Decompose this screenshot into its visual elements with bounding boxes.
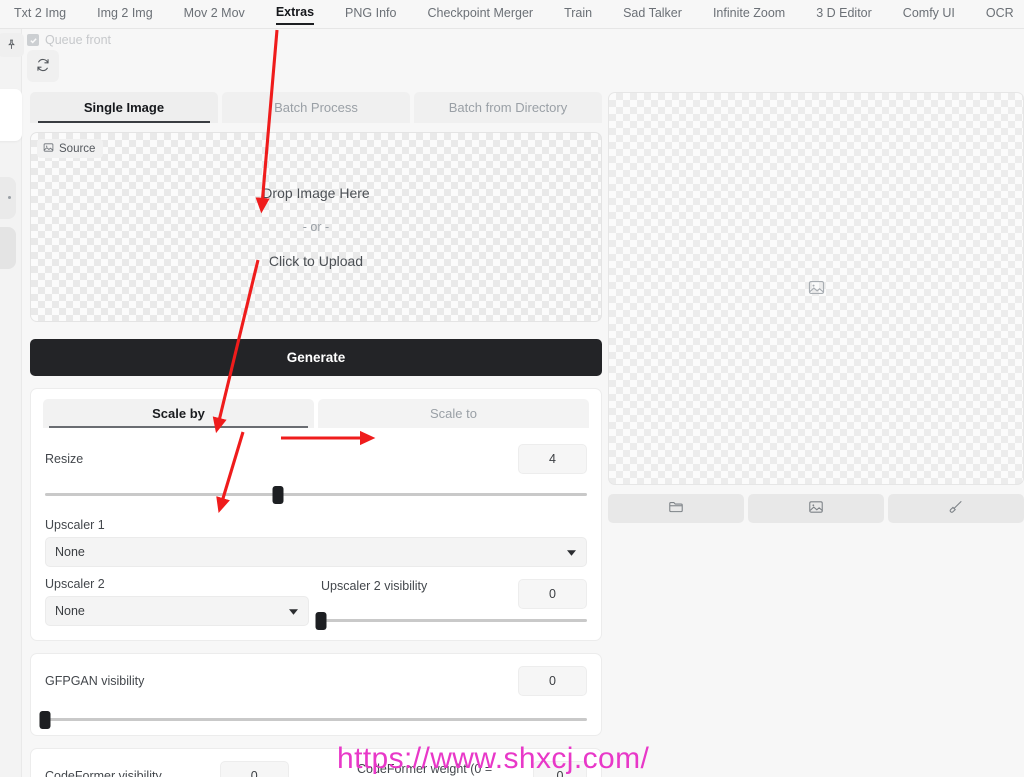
rail-button-2[interactable] bbox=[0, 227, 16, 269]
gfpgan-slider[interactable] bbox=[39, 710, 587, 729]
refresh-button[interactable] bbox=[27, 50, 59, 82]
upscaler1-value: None bbox=[55, 545, 85, 559]
or-text: - or - bbox=[302, 220, 330, 234]
codeformer-weight-label: CodeFormer weight (0 = maximum bbox=[357, 762, 493, 777]
resize-header: Resize 4 bbox=[45, 444, 587, 474]
mode-tab-batch-from-directory[interactable]: Batch from Directory bbox=[414, 92, 602, 123]
upscaler2-visibility-track[interactable] bbox=[315, 611, 587, 630]
chevron-down-icon bbox=[289, 604, 298, 618]
main-tab-comfy-ui[interactable]: Comfy UI bbox=[903, 4, 955, 24]
output-image-panel bbox=[608, 92, 1024, 485]
output-action-buttons bbox=[608, 494, 1024, 523]
queue-front-row[interactable]: Queue front bbox=[27, 33, 111, 47]
upscaler2-visibility-slider[interactable] bbox=[315, 611, 587, 630]
upscaler2-visibility-input[interactable]: 0 bbox=[518, 579, 587, 609]
upscaler2-label: Upscaler 2 bbox=[45, 577, 105, 591]
right-column bbox=[608, 92, 1024, 523]
gfpgan-slider-track[interactable] bbox=[39, 710, 587, 729]
codeformer-visibility-label: CodeFormer visibility bbox=[45, 769, 162, 777]
image-icon bbox=[808, 499, 824, 518]
codeformer-card: CodeFormer visibility 0 CodeFormer weigh… bbox=[30, 748, 602, 777]
main-tab-3-d-editor[interactable]: 3 D Editor bbox=[816, 4, 872, 24]
codeformer-visibility-input[interactable]: 0 bbox=[219, 761, 289, 777]
upscaler2-visibility-group: Upscaler 2 visibility 0 bbox=[315, 577, 587, 630]
queue-front-label: Queue front bbox=[45, 33, 112, 47]
main-tab-infinite-zoom[interactable]: Infinite Zoom bbox=[713, 4, 785, 24]
generate-button-label: Generate bbox=[286, 350, 346, 365]
resize-label: Resize bbox=[45, 452, 84, 466]
left-rail bbox=[0, 29, 24, 777]
click-to-upload-text: Click to Upload bbox=[268, 253, 364, 269]
upscaler2-select[interactable]: None bbox=[45, 596, 309, 626]
main-tab-checkpoint-merger[interactable]: Checkpoint Merger bbox=[427, 4, 533, 24]
brush-icon bbox=[948, 499, 964, 518]
mode-tab-batch-process[interactable]: Batch Process bbox=[222, 92, 410, 123]
codeformer-row: CodeFormer visibility 0 CodeFormer weigh… bbox=[45, 761, 587, 777]
main-tab-mov-2-mov[interactable]: Mov 2 Mov bbox=[184, 4, 245, 24]
main-tab-extras[interactable]: Extras bbox=[275, 3, 315, 25]
gfpgan-card: GFPGAN visibility 0 bbox=[30, 653, 602, 736]
source-image-panel: Source Drop Image Here - or - Click to U… bbox=[30, 132, 602, 322]
main-tab-png-info[interactable]: PNG Info bbox=[345, 4, 396, 24]
gfpgan-label: GFPGAN visibility bbox=[45, 674, 145, 688]
open-folder-button[interactable] bbox=[608, 494, 744, 523]
gfpgan-header: GFPGAN visibility 0 bbox=[45, 666, 587, 696]
rail-button-1[interactable] bbox=[0, 177, 16, 219]
pin-icon bbox=[6, 38, 17, 53]
main-tab-ocr[interactable]: OCR bbox=[986, 4, 1014, 24]
rail-card bbox=[0, 89, 22, 141]
upscaler1-label: Upscaler 1 bbox=[45, 518, 105, 532]
upscaler2-row: Upscaler 2 None Upscaler 2 visibility 0 bbox=[45, 577, 587, 630]
codeformer-visibility-group: CodeFormer visibility 0 bbox=[45, 761, 345, 777]
send-to-paint-button[interactable] bbox=[888, 494, 1024, 523]
upscaler2-left: Upscaler 2 None bbox=[45, 577, 309, 626]
resize-slider-track[interactable] bbox=[45, 485, 587, 504]
main-tab-bar: Txt 2 Img Img 2 Img Mov 2 Mov Extras PNG Inf… bbox=[0, 0, 1024, 29]
refresh-icon bbox=[35, 57, 51, 76]
codeformer-weight-group: CodeFormer weight (0 = maximum 0 bbox=[357, 761, 587, 777]
drop-image-text: Drop Image Here bbox=[262, 185, 370, 201]
main-tab-txt-2-img[interactable]: Txt 2 Img bbox=[14, 4, 66, 24]
chevron-down-icon bbox=[567, 545, 576, 559]
generate-button[interactable]: Generate bbox=[30, 339, 602, 376]
mode-tab-single-image[interactable]: Single Image bbox=[30, 92, 218, 123]
scale-tab-scale-to[interactable]: Scale to bbox=[318, 399, 589, 428]
rail-dot-icon bbox=[8, 196, 11, 199]
main-tab-sad-talker[interactable]: Sad Talker bbox=[623, 4, 682, 24]
upscaler2-visibility-header: Upscaler 2 visibility 0 bbox=[321, 579, 587, 609]
resize-slider-thumb[interactable] bbox=[272, 485, 284, 504]
send-to-image-button[interactable] bbox=[748, 494, 884, 523]
source-dropzone[interactable]: Drop Image Here - or - Click to Upload bbox=[31, 133, 601, 321]
main-tab-img-2-img[interactable]: Img 2 Img bbox=[97, 4, 153, 24]
scale-tab-scale-by[interactable]: Scale by bbox=[43, 399, 314, 428]
codeformer-weight-input[interactable]: 0 bbox=[532, 761, 587, 777]
upscaler2-value: None bbox=[55, 604, 85, 618]
upscaler2-visibility-label: Upscaler 2 visibility bbox=[321, 579, 428, 593]
mode-tab-group: Single Image Batch Process Batch from Dire… bbox=[30, 92, 602, 123]
upscaler2-visibility-thumb[interactable] bbox=[315, 611, 327, 630]
image-placeholder-icon bbox=[808, 279, 825, 299]
main-tab-train[interactable]: Train bbox=[564, 4, 592, 24]
upscaler1-select[interactable]: None bbox=[45, 537, 587, 567]
scale-settings-card: Scale by Scale to Resize 4 Upscaler 1 Non… bbox=[30, 388, 602, 641]
gfpgan-slider-thumb[interactable] bbox=[39, 710, 51, 729]
resize-slider[interactable] bbox=[45, 485, 587, 504]
queue-front-checkbox[interactable] bbox=[27, 34, 39, 46]
scale-tab-group: Scale by Scale to bbox=[43, 399, 589, 428]
resize-value-input[interactable]: 4 bbox=[518, 444, 587, 474]
folder-icon bbox=[668, 499, 684, 518]
pin-button[interactable] bbox=[0, 33, 24, 57]
left-column: Single Image Batch Process Batch from Dire… bbox=[30, 92, 602, 777]
gfpgan-value-input[interactable]: 0 bbox=[518, 666, 587, 696]
